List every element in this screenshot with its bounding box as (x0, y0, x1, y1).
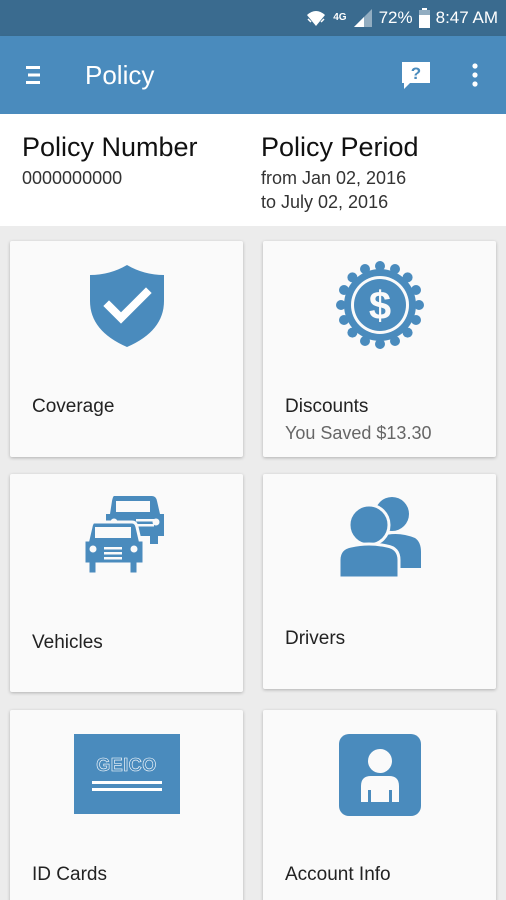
clock: 8:47 AM (435, 8, 498, 27)
policy-period-block: Policy Period from Jan 02, 2016 to July … (261, 131, 419, 214)
battery-icon (418, 8, 430, 28)
svg-text:$: $ (368, 284, 390, 328)
people-icon (337, 497, 421, 580)
more-options-button[interactable] (462, 58, 488, 92)
geico-card-icon: GEICO (73, 734, 180, 814)
status-bar: 4G 72% 8:47 AM (0, 0, 506, 36)
policy-number-label: Policy Number (22, 132, 198, 162)
policy-number-value: 0000000000 (22, 168, 123, 188)
person-badge-icon (338, 734, 421, 816)
account-info-label: Account Info (285, 864, 391, 885)
discounts-savings: You Saved $13.30 (285, 423, 432, 443)
policy-period-label: Policy Period (261, 132, 419, 162)
app-bar: Policy ? (0, 36, 506, 114)
help-button[interactable]: ? (399, 58, 433, 92)
discounts-label: Discounts (285, 396, 369, 417)
more-vert-icon (472, 63, 478, 87)
discounts-tile[interactable]: $ Discounts You Saved $13.30 (263, 241, 496, 457)
vehicles-label: Vehicles (32, 632, 103, 653)
network-type-label: 4G (333, 12, 347, 23)
cars-icon (82, 496, 164, 576)
id-cards-tile[interactable]: GEICO ID Cards (10, 710, 243, 900)
vehicles-tile[interactable]: Vehicles (10, 474, 243, 692)
policy-period-from: from Jan 02, 2016 (261, 168, 407, 188)
signal-icon (353, 8, 373, 28)
drivers-tile[interactable]: Drivers (263, 474, 496, 689)
id-cards-label: ID Cards (32, 864, 107, 885)
policy-period-to: to July 02, 2016 (261, 192, 389, 212)
geico-card-text: GEICO (96, 755, 157, 776)
policy-summary: Policy Number 0000000000 Policy Period f… (0, 114, 506, 226)
dollar-badge-icon: $ (335, 261, 424, 349)
page-title: Policy (85, 60, 155, 90)
help-chat-icon: ? (402, 62, 430, 89)
svg-text:?: ? (411, 64, 421, 83)
menu-icon (26, 66, 40, 84)
account-info-tile[interactable]: Account Info (263, 710, 496, 900)
menu-button[interactable] (18, 58, 50, 92)
wifi-icon (305, 8, 327, 28)
shield-check-icon (89, 265, 164, 347)
battery-percent: 72% (378, 8, 413, 27)
coverage-tile[interactable]: Coverage (10, 241, 243, 457)
coverage-label: Coverage (32, 396, 115, 417)
policy-number-block: Policy Number 0000000000 (22, 131, 198, 190)
drivers-label: Drivers (285, 628, 346, 649)
